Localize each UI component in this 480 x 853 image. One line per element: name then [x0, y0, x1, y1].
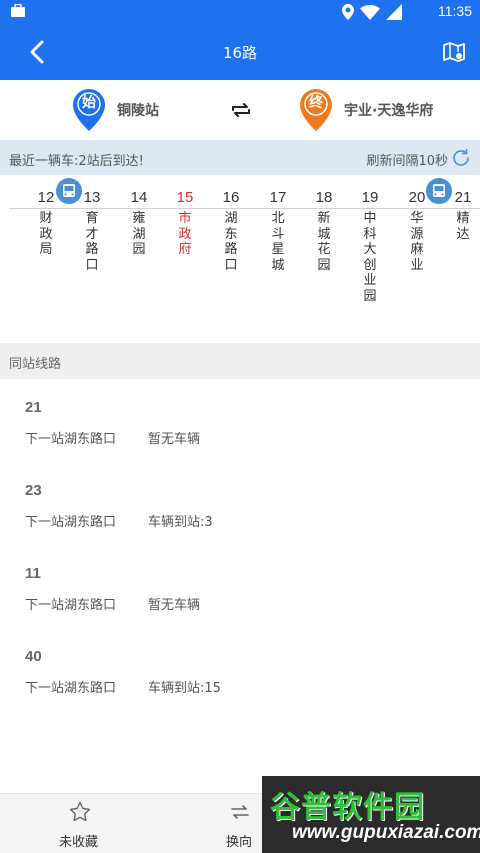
station-number: 13: [83, 189, 101, 206]
end-badge: 终: [309, 95, 323, 111]
station-19[interactable]: 19 中科大创业园: [355, 189, 385, 304]
station-number: 12: [37, 189, 55, 206]
station-name: 财政局: [39, 211, 53, 257]
route-item-40[interactable]: 40 下一站湖东路口 车辆到站:15: [0, 628, 480, 708]
section-title: 同站线路: [9, 357, 62, 372]
refresh-interval-text: 刷新间隔10秒: [366, 154, 448, 169]
status-bar: 11:35: [0, 0, 480, 24]
route-next-stop: 下一站湖东路口: [25, 515, 117, 530]
route-next-stop: 下一站湖东路口: [25, 432, 117, 447]
status-time: 11:35: [438, 3, 472, 19]
watermark-logo: 谷普软件园: [270, 790, 425, 825]
station-14[interactable]: 14 雍湖园: [124, 189, 154, 258]
swap-icon: [231, 805, 249, 819]
watermark-url: www.gupuxiazai.com: [292, 822, 480, 843]
location-icon: [342, 4, 354, 20]
station-13[interactable]: 13 育才路口: [77, 189, 107, 273]
site-watermark: 谷普软件园 www.gupuxiazai.com: [262, 776, 480, 853]
page-title: 16路: [222, 44, 258, 62]
same-station-header: 同站线路: [0, 343, 480, 379]
station-name: 北斗星城: [271, 211, 285, 273]
station-number: 18: [315, 189, 333, 206]
refresh-icon[interactable]: [450, 147, 472, 169]
start-pin-icon: 始: [72, 88, 106, 132]
station-number: 19: [361, 189, 379, 206]
station-12[interactable]: 12 财政局: [31, 189, 61, 258]
nearest-bus-text: 最近一辆车:2站后到达!: [9, 154, 144, 169]
route-number: 23: [25, 482, 42, 499]
route-next-stop: 下一站湖东路口: [25, 681, 117, 696]
station-name: 华源麻业: [410, 211, 424, 273]
favorite-button[interactable]: 未收藏: [40, 794, 120, 853]
route-next-stop: 下一站湖东路口: [25, 598, 117, 613]
station-name: 中科大创业园: [363, 211, 377, 304]
wifi-icon: [360, 4, 380, 20]
station-name: 精达: [456, 211, 470, 242]
end-pin-icon: 终: [299, 88, 333, 132]
route-endpoints: 始 铜陵站 终 宇业·天逸华府: [0, 80, 480, 140]
app-header: 16路: [0, 24, 480, 80]
station-name: 新城花园: [317, 211, 331, 273]
route-number: 21: [25, 399, 42, 416]
swap-label: 换向: [226, 835, 253, 850]
station-20[interactable]: 20 华源麻业: [402, 189, 432, 273]
station-17[interactable]: 17 北斗星城: [263, 189, 293, 273]
station-15-current[interactable]: 15 市政府: [170, 189, 200, 258]
route-status: 暂无车辆: [148, 598, 201, 613]
route-item-11[interactable]: 11 下一站湖东路口 暂无车辆: [0, 545, 480, 625]
station-number: 16: [222, 189, 240, 206]
station-name: 雍湖园: [132, 211, 146, 257]
swap-direction-icon[interactable]: [229, 98, 253, 122]
route-item-21[interactable]: 21 下一站湖东路口 暂无车辆: [0, 379, 480, 459]
station-strip: 12 财政局 13 育才路口 14 雍湖园 15 市政府 16 湖东路口 17 …: [0, 175, 480, 343]
map-icon[interactable]: [442, 40, 466, 64]
station-number: 20: [408, 189, 426, 206]
station-21[interactable]: 21 精达: [448, 189, 478, 242]
station-18[interactable]: 18 新城花园: [309, 189, 339, 273]
station-number: 21: [454, 189, 472, 206]
star-icon: [69, 801, 91, 822]
station-name: 育才路口: [85, 211, 99, 273]
route-status: 车辆到站:3: [148, 515, 213, 530]
station-number: 14: [130, 189, 148, 206]
route-status: 车辆到站:15: [148, 681, 221, 696]
arrival-info-bar: 最近一辆车:2站后到达! 刷新间隔10秒: [0, 140, 480, 175]
station-number: 17: [269, 189, 287, 206]
station-16[interactable]: 16 湖东路口: [216, 189, 246, 273]
route-number: 11: [25, 565, 41, 582]
route-item-23[interactable]: 23 下一站湖东路口 车辆到站:3: [0, 462, 480, 542]
station-name: 市政府: [178, 211, 192, 257]
signal-icon: [386, 4, 402, 20]
favorite-label: 未收藏: [59, 835, 99, 850]
bag-icon: [11, 4, 25, 17]
station-name: 湖东路口: [224, 211, 238, 273]
start-station-name: 铜陵站: [117, 103, 159, 119]
station-number: 15: [176, 189, 194, 206]
end-station-name: 宇业·天逸华府: [344, 103, 434, 119]
start-badge: 始: [82, 95, 96, 111]
route-status: 暂无车辆: [148, 432, 201, 447]
route-number: 40: [25, 648, 42, 665]
